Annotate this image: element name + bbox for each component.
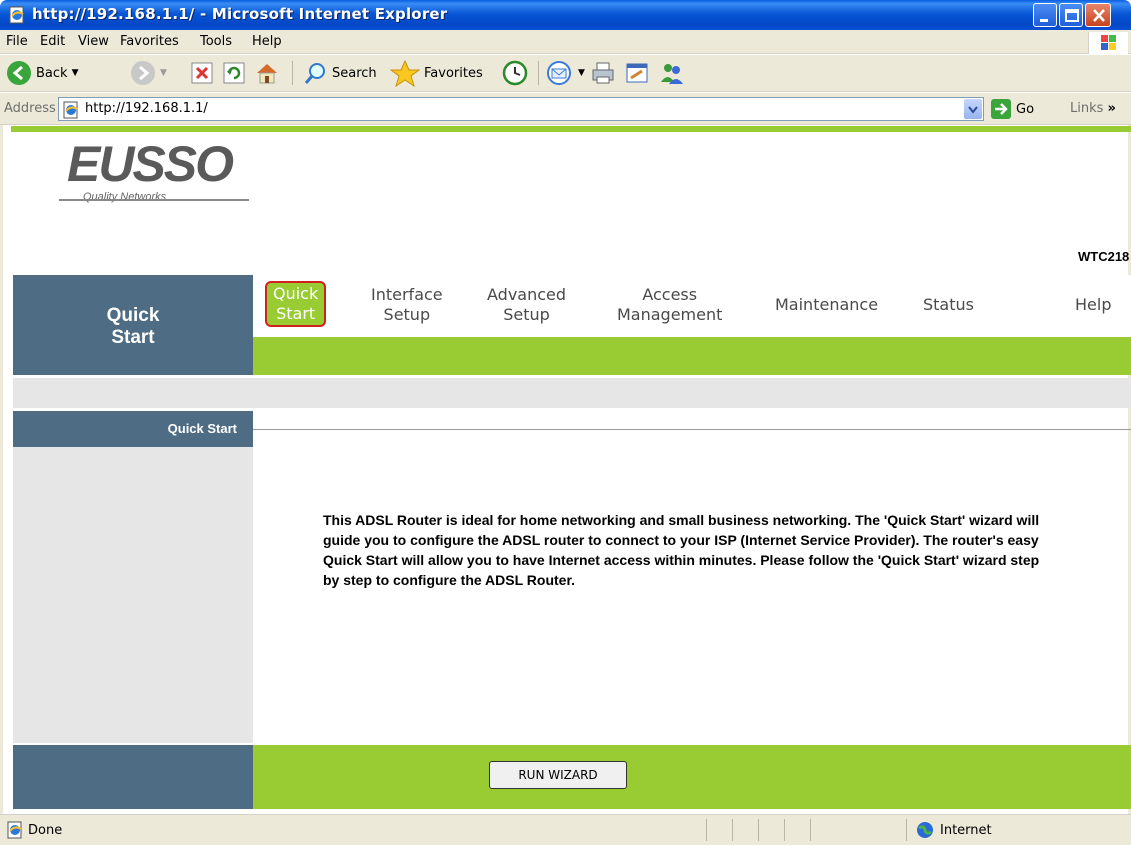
links-toolbar[interactable]: Links » — [1070, 101, 1116, 116]
ie-page-icon — [6, 821, 24, 842]
status-cell — [784, 819, 785, 841]
back-label: Back — [36, 65, 68, 81]
refresh-button[interactable] — [222, 58, 246, 88]
standard-toolbar: Back ▼ ▼ Search Favorites ▼ — [0, 55, 1131, 92]
window-title: http://192.168.1.1/ - Microsoft Internet… — [32, 5, 448, 23]
back-arrow-icon — [7, 61, 31, 85]
nav-quick-start[interactable]: Quick Start — [265, 281, 327, 327]
search-button[interactable]: Search — [302, 58, 377, 88]
go-label: Go — [1016, 101, 1035, 117]
go-arrow-icon — [991, 99, 1011, 119]
sub-nav-bar — [253, 337, 1131, 375]
status-bar: Done Internet — [0, 814, 1131, 845]
logo-tagline: Quality Networks — [83, 191, 167, 203]
model-name: WTC218 — [1078, 249, 1130, 264]
mail-dropdown-icon: ▼ — [578, 68, 585, 78]
zone-label: Internet — [940, 822, 992, 838]
status-cell — [810, 819, 811, 841]
messenger-button[interactable] — [658, 58, 686, 88]
menu-tools[interactable]: Tools — [200, 34, 232, 49]
nav-interface-setup[interactable]: Interface Setup — [371, 285, 443, 325]
home-icon — [257, 64, 277, 84]
quick-start-description: This ADSL Router is ideal for home netwo… — [323, 512, 1040, 588]
address-dropdown-button[interactable] — [964, 99, 982, 119]
status-cell — [706, 819, 707, 841]
section-title: Quick Start — [167, 421, 237, 436]
eusso-logo: EUSSO Quality Networks — [59, 135, 259, 215]
menu-bar: File Edit View Favorites Tools Help — [0, 30, 1131, 54]
footer-left-panel — [13, 745, 253, 809]
close-button[interactable] — [1085, 3, 1111, 27]
run-wizard-button[interactable]: RUN WIZARD — [489, 761, 627, 789]
ie-page-icon — [8, 6, 26, 24]
address-label: Address — [4, 101, 56, 116]
maximize-button[interactable] — [1059, 3, 1083, 27]
messenger-icon — [661, 64, 683, 84]
menu-edit[interactable]: Edit — [40, 34, 65, 49]
menu-help[interactable]: Help — [252, 34, 282, 49]
favorites-star-icon — [390, 59, 420, 87]
status-text: Done — [28, 823, 63, 838]
forward-button[interactable]: ▼ — [130, 58, 167, 88]
links-label: Links — [1070, 101, 1104, 116]
top-accent-bar — [11, 126, 1131, 132]
mail-icon — [547, 61, 571, 85]
footer-action-bar: RUN WIZARD — [253, 745, 1131, 809]
stop-button[interactable] — [190, 58, 214, 88]
history-icon — [502, 60, 528, 86]
status-cell — [758, 819, 759, 841]
search-label: Search — [332, 65, 377, 81]
status-cell — [906, 819, 907, 841]
title-bar[interactable]: http://192.168.1.1/ - Microsoft Internet… — [0, 0, 1131, 30]
address-url: http://192.168.1.1/ — [85, 101, 208, 116]
nav-access-management[interactable]: Access Management — [617, 285, 722, 325]
favorites-label: Favorites — [424, 65, 483, 81]
toolbar-separator — [538, 61, 539, 85]
go-button[interactable]: Go — [990, 98, 1034, 120]
current-section-panel: Quick Start — [13, 275, 253, 375]
menu-favorites[interactable]: Favorites — [120, 34, 179, 49]
history-button[interactable] — [502, 58, 528, 88]
forward-arrow-icon — [131, 61, 155, 85]
refresh-icon — [223, 62, 245, 84]
search-icon — [304, 63, 325, 84]
ie-page-icon — [62, 101, 80, 122]
current-section-title: Quick Start — [106, 305, 160, 348]
minimize-button[interactable] — [1033, 3, 1057, 27]
router-web-page: EUSSO Quality Networks WTC218 Quick Start… — [0, 125, 1131, 814]
favorites-button[interactable]: Favorites — [390, 58, 483, 88]
toolbar-separator — [292, 61, 293, 85]
nav-advanced-setup[interactable]: Advanced Setup — [487, 285, 566, 325]
menu-file[interactable]: File — [6, 34, 28, 49]
print-icon — [592, 62, 614, 84]
nav-maintenance[interactable]: Maintenance — [775, 295, 878, 315]
globe-icon — [917, 822, 933, 838]
back-button[interactable]: Back ▼ — [6, 58, 78, 88]
windows-flag-icon — [1088, 32, 1128, 54]
mail-button[interactable]: ▼ — [546, 58, 585, 88]
chevron-more-icon: » — [1107, 101, 1116, 116]
edit-page-icon — [626, 63, 648, 83]
security-zone: Internet — [916, 821, 992, 839]
stop-icon — [191, 62, 213, 84]
section-divider — [253, 429, 1131, 430]
left-side-panel — [13, 447, 253, 743]
forward-dropdown-icon: ▼ — [160, 68, 167, 78]
nav-help[interactable]: Help — [1075, 295, 1111, 315]
back-dropdown-icon: ▼ — [71, 68, 79, 78]
section-header: Quick Start — [13, 411, 253, 447]
logo-swoosh — [59, 199, 249, 201]
main-nav-row: Quick Start Interface Setup Advanced Setup … — [253, 275, 1131, 337]
logo-brand: EUSSO — [67, 136, 234, 192]
address-input[interactable]: http://192.168.1.1/ — [58, 97, 984, 121]
edit-button[interactable] — [624, 58, 650, 88]
home-button[interactable] — [254, 58, 280, 88]
address-bar: Address http://192.168.1.1/ Go Links » — [0, 93, 1131, 125]
print-button[interactable] — [590, 58, 616, 88]
menu-view[interactable]: View — [78, 34, 109, 49]
status-cell — [732, 819, 733, 841]
main-nav: Quick Start Interface Setup Advanced Setup … — [253, 275, 1131, 375]
spacer-strip — [13, 378, 1131, 408]
nav-status[interactable]: Status — [923, 295, 974, 315]
